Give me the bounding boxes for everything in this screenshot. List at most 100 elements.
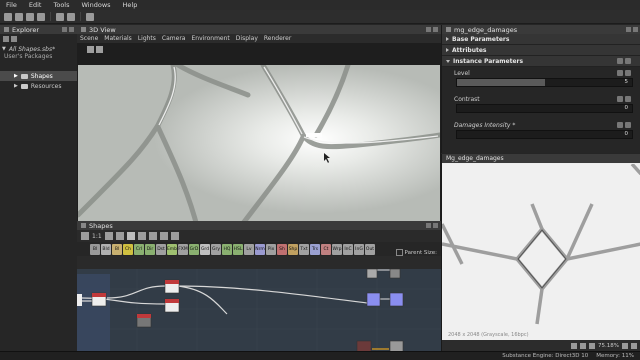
graph-node[interactable]: [389, 340, 404, 351]
tree-item-shapes[interactable]: ▶ Shapes: [0, 71, 77, 81]
atom-node-button[interactable]: Trs: [310, 243, 320, 255]
link-icon[interactable]: [617, 70, 623, 76]
atom-node-button[interactable]: Bld: [101, 243, 111, 255]
atom-node-button[interactable]: Ct: [321, 243, 331, 255]
menu-windows[interactable]: Windows: [76, 1, 117, 9]
node-frame[interactable]: [77, 274, 110, 351]
graph-node[interactable]: [366, 269, 378, 279]
menu-icon[interactable]: [625, 58, 631, 64]
zoom-ratio[interactable]: 1:1: [92, 233, 102, 240]
float-icon[interactable]: [426, 223, 431, 228]
graph-settings-icon[interactable]: [81, 232, 89, 240]
atom-node-button[interactable]: Shp: [288, 243, 298, 255]
menu-help[interactable]: Help: [117, 1, 144, 9]
close-icon[interactable]: [69, 27, 74, 32]
atom-node-button[interactable]: Gry: [211, 243, 221, 255]
graph-node[interactable]: [366, 292, 381, 307]
new-icon[interactable]: [4, 12, 12, 21]
save-icon[interactable]: [26, 12, 34, 21]
menu-materials[interactable]: Materials: [101, 35, 135, 42]
atom-node-button[interactable]: InG: [354, 243, 364, 255]
search-icon[interactable]: [115, 232, 124, 240]
atom-node-button[interactable]: Out: [365, 243, 375, 255]
frame-icon[interactable]: [137, 232, 146, 240]
menu-scene[interactable]: Scene: [77, 35, 101, 42]
float-icon[interactable]: [626, 27, 631, 32]
atom-node-button[interactable]: Dir: [145, 243, 155, 255]
atom-node-button[interactable]: Pix: [266, 243, 276, 255]
undo-icon[interactable]: [56, 12, 64, 21]
graph-node[interactable]: [389, 292, 404, 307]
menu-icon[interactable]: [625, 96, 631, 102]
zoom-level[interactable]: 75.18%: [598, 343, 619, 349]
level-slider[interactable]: 5: [456, 78, 633, 87]
graph-node[interactable]: [389, 269, 401, 279]
preset-icon[interactable]: [617, 58, 623, 64]
atom-node-button[interactable]: Bl: [90, 243, 100, 255]
link-icon[interactable]: [617, 122, 623, 128]
camera-icon[interactable]: [87, 45, 94, 53]
3d-viewport[interactable]: [78, 65, 440, 230]
tree-item-resources[interactable]: ▶ Resources: [0, 81, 77, 91]
atom-node-button[interactable]: Crl: [134, 243, 144, 255]
atom-node-button[interactable]: HQ: [222, 243, 232, 255]
section-instance-parameters[interactable]: Instance Parameters: [442, 56, 640, 67]
atom-node-button[interactable]: Txt: [299, 243, 309, 255]
menu-lights[interactable]: Lights: [135, 35, 159, 42]
channel-icon[interactable]: [571, 342, 578, 349]
atom-node-button[interactable]: Emb: [167, 243, 177, 255]
atom-node-button[interactable]: Dst: [156, 243, 166, 255]
section-base-parameters[interactable]: Base Parameters: [442, 34, 640, 45]
actual-size-icon[interactable]: [631, 342, 637, 349]
open-package-icon[interactable]: [11, 36, 17, 42]
link-icon[interactable]: [617, 96, 623, 102]
graph-node[interactable]: [77, 294, 82, 306]
tile-icon[interactable]: [580, 342, 587, 349]
menu-display[interactable]: Display: [233, 35, 261, 42]
menu-renderer[interactable]: Renderer: [261, 35, 294, 42]
graph-canvas[interactable]: [77, 269, 441, 351]
atom-node-button[interactable]: FXM: [178, 243, 188, 255]
atom-node-button[interactable]: Lv: [244, 243, 254, 255]
align-icon[interactable]: [126, 232, 135, 240]
fit-icon[interactable]: [104, 232, 113, 240]
atom-node-button[interactable]: Sh: [277, 243, 287, 255]
menu-edit[interactable]: Edit: [23, 1, 48, 9]
layout-icon[interactable]: [86, 12, 94, 21]
atom-node-button[interactable]: Nrm: [255, 243, 265, 255]
menu-icon[interactable]: [625, 70, 631, 76]
menu-file[interactable]: File: [0, 1, 23, 9]
contrast-slider[interactable]: 0: [456, 104, 633, 113]
close-icon[interactable]: [633, 27, 638, 32]
open-icon[interactable]: [15, 12, 23, 21]
atom-node-button[interactable]: InC: [343, 243, 353, 255]
float-icon[interactable]: [62, 27, 67, 32]
section-attributes[interactable]: Attributes: [442, 45, 640, 56]
close-icon[interactable]: [433, 223, 438, 228]
2d-viewport[interactable]: [442, 164, 640, 340]
screenshot-icon[interactable]: [96, 45, 103, 53]
histogram-icon[interactable]: [589, 342, 596, 349]
atom-node-button[interactable]: Bl: [112, 243, 122, 255]
parent-size-control[interactable]: Parent Size:: [395, 249, 437, 256]
fit-view-icon[interactable]: [622, 342, 628, 349]
more-icon[interactable]: [170, 232, 179, 240]
menu-environment[interactable]: Environment: [188, 35, 232, 42]
atom-node-button[interactable]: Ch: [123, 243, 133, 255]
float-icon[interactable]: [426, 27, 431, 32]
save-all-icon[interactable]: [37, 12, 45, 21]
menu-camera[interactable]: Camera: [159, 35, 189, 42]
close-icon[interactable]: [433, 27, 438, 32]
menu-icon[interactable]: [625, 122, 631, 128]
graph-node[interactable]: [356, 340, 372, 351]
atom-node-button[interactable]: HSL: [233, 243, 243, 255]
damages-intensity-slider[interactable]: 0: [456, 130, 633, 139]
gear-icon[interactable]: [159, 232, 168, 240]
atom-node-button[interactable]: Grd: [200, 243, 210, 255]
atom-node-button[interactable]: Wrp: [332, 243, 342, 255]
paint-icon[interactable]: [148, 232, 157, 240]
menu-tools[interactable]: Tools: [47, 1, 75, 9]
redo-icon[interactable]: [67, 12, 75, 21]
parent-size-checkbox[interactable]: [395, 249, 403, 256]
new-package-icon[interactable]: [3, 36, 9, 42]
